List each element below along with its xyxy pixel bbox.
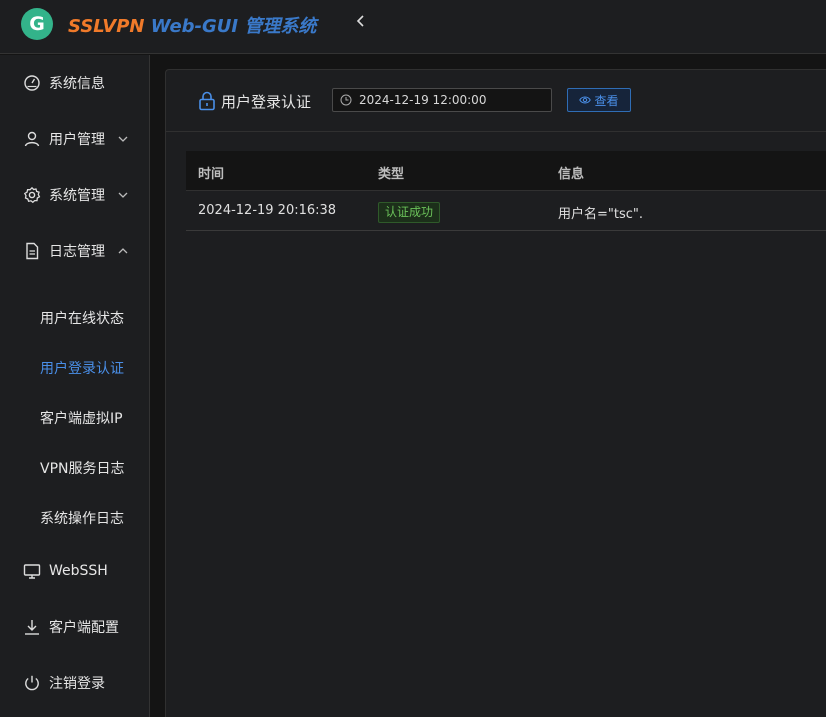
sidebar-subitem-client-virtual-ip[interactable]: 客户端虚拟IP (0, 400, 150, 436)
sidebar: 系统信息 用户管理 系统管理 日志管理 用户在线状态 用户登录认证 客户端虚拟I… (0, 55, 150, 717)
sidebar-item-label: 注销登录 (49, 676, 105, 692)
card-header: 用户登录认证 查看 (166, 70, 826, 132)
sidebar-subitem-label: 客户端虚拟IP (40, 411, 123, 427)
eye-icon (579, 96, 592, 104)
app-title-part1: SSLVPN (68, 16, 145, 37)
download-icon (25, 620, 39, 635)
date-time-picker[interactable] (332, 88, 552, 112)
view-button-label: 查看 (594, 93, 619, 108)
sidebar-item-logout[interactable]: 注销登录 (0, 663, 150, 703)
sidebar-item-label: 系统管理 (49, 188, 105, 204)
sidebar-item-label: WebSSH (49, 563, 108, 579)
status-badge: 认证成功 (378, 202, 441, 223)
cell-time: 2024-12-19 20:16:38 (198, 203, 337, 218)
cell-info: 用户名="tsc". (558, 207, 644, 222)
sidebar-item-label: 用户管理 (49, 132, 105, 148)
sidebar-subitem-label: 系统操作日志 (40, 511, 124, 527)
date-time-input[interactable] (359, 91, 545, 109)
page-title: 用户登录认证 (221, 93, 312, 111)
user-icon (24, 131, 40, 147)
sidebar-item-label: 客户端配置 (49, 620, 119, 636)
chevron-down-icon (118, 136, 128, 142)
app-title: SSLVPN Web-GUI 管理系统 (68, 12, 316, 38)
power-icon (25, 675, 39, 691)
sidebar-item-client-config[interactable]: 客户端配置 (0, 607, 150, 647)
sidebar-subitem-user-login-auth[interactable]: 用户登录认证 (0, 350, 150, 386)
document-icon (26, 242, 39, 260)
gear-icon (23, 186, 41, 204)
logo-letter: G (29, 13, 45, 35)
column-header-type: 类型 (378, 167, 405, 182)
view-button[interactable]: 查看 (567, 88, 631, 112)
logo: G (21, 8, 53, 40)
column-header-info: 信息 (558, 167, 585, 182)
sidebar-item-system-management[interactable]: 系统管理 (0, 175, 150, 215)
sidebar-subitem-label: 用户登录认证 (40, 361, 124, 377)
table-row: 2024-12-19 20:16:38 认证成功 用户名="tsc". (186, 192, 826, 231)
lock-icon (199, 91, 215, 111)
chevron-up-icon (118, 248, 128, 254)
column-header-time: 时间 (198, 167, 225, 182)
sidebar-item-webssh[interactable]: WebSSH (0, 551, 150, 591)
sidebar-subitem-system-operation-log[interactable]: 系统操作日志 (0, 500, 150, 536)
monitor-icon (23, 564, 41, 579)
table-header: 时间 类型 信息 (186, 151, 826, 191)
sidebar-item-label: 系统信息 (49, 76, 105, 92)
sidebar-subitem-user-online-status[interactable]: 用户在线状态 (0, 300, 150, 336)
clock-icon (340, 94, 352, 106)
chevron-down-icon (118, 192, 128, 198)
top-header: G SSLVPN Web-GUI 管理系统 (0, 0, 826, 54)
chevron-left-icon[interactable] (353, 13, 369, 33)
sidebar-item-label: 日志管理 (49, 244, 105, 260)
sidebar-item-user-management[interactable]: 用户管理 (0, 119, 150, 159)
sidebar-subitem-label: 用户在线状态 (40, 311, 124, 327)
dashboard-icon (24, 75, 40, 91)
sidebar-subitem-vpn-service-log[interactable]: VPN服务日志 (0, 450, 150, 486)
sidebar-item-system-info[interactable]: 系统信息 (0, 63, 150, 103)
app-title-part2: Web-GUI 管理系统 (150, 16, 317, 37)
sidebar-item-log-management[interactable]: 日志管理 (0, 231, 150, 271)
sidebar-subitem-label: VPN服务日志 (40, 461, 125, 477)
log-card: 用户登录认证 查看 时间 类型 信息 2024-12-19 20:16:38 认… (165, 69, 826, 717)
